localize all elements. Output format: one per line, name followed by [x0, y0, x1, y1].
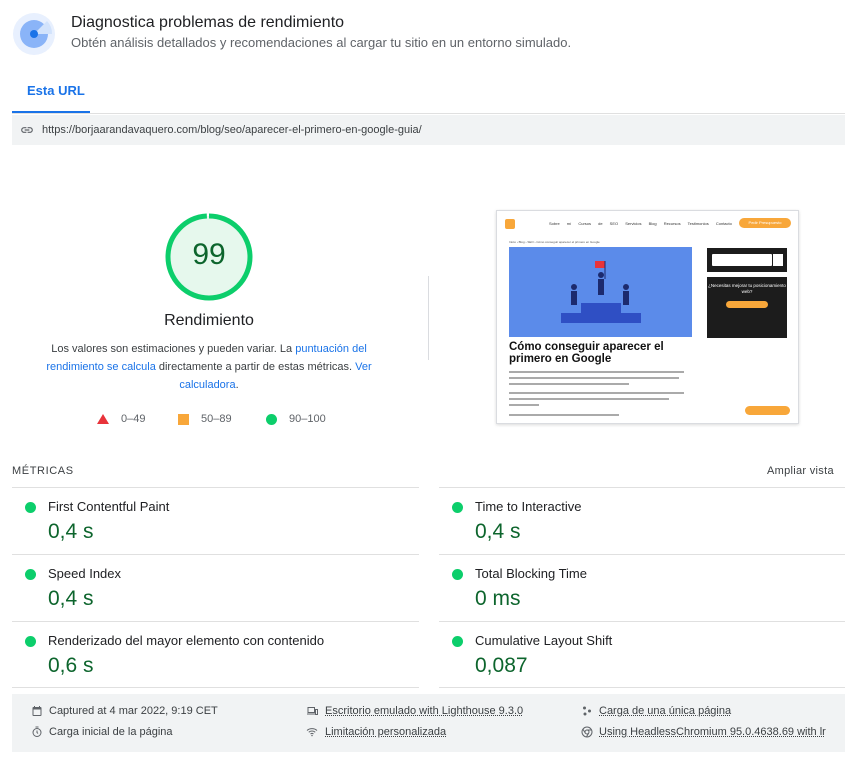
metric-fcp: First Contentful Paint 0,4 s [12, 488, 419, 554]
pass-circle-icon [452, 569, 463, 580]
legend-pass: 90–100 [266, 411, 326, 427]
pass-circle-icon [452, 502, 463, 513]
chrome-icon [581, 726, 593, 738]
disclaimer-text-start: Los valores son estimaciones y pueden va… [51, 343, 296, 355]
legend-fail: 0–49 [97, 411, 145, 427]
disclaimer-text-mid: directamente a partir de estas métricas. [155, 361, 356, 373]
throttling[interactable]: Limitación personalizada [305, 726, 446, 738]
site-text-line [509, 404, 539, 406]
metric-name: First Contentful Paint [48, 499, 170, 514]
site-hero-image [509, 247, 692, 337]
metric-name: Speed Index [48, 566, 122, 581]
disclaimer-text-end: . [235, 379, 239, 391]
site-logo [505, 219, 515, 229]
page-title: Diagnostica problemas de rendimiento [71, 14, 345, 31]
metric-value: 0 ms [475, 587, 521, 610]
metric-value: 0,4 s [48, 587, 94, 610]
legend-fail-range: 0–49 [121, 413, 146, 425]
metric-name: Renderizado del mayor elemento con conte… [48, 633, 325, 648]
legend-average: 50–89 [178, 411, 232, 427]
lighthouse-lab-icon [13, 13, 55, 55]
metric-value: 0,4 s [475, 520, 521, 543]
performance-score-label: Rendimiento [164, 312, 254, 329]
metric-name: Cumulative Layout Shift [475, 633, 613, 648]
average-square-icon [178, 413, 189, 425]
pass-circle-icon [25, 636, 36, 647]
final-screenshot-thumbnail[interactable]: Sobre mí Cursos de SEO Servicios Blog Re… [496, 210, 799, 424]
site-menu: Sobre mí Cursos de SEO Servicios Blog Re… [549, 221, 732, 226]
timer-icon [32, 726, 42, 737]
emulated-device[interactable]: Escritorio emulado with Lighthouse 9.3.0 [305, 705, 523, 717]
site-article-heading: Cómo conseguir aparecer el primero en Go… [509, 341, 664, 365]
site-text-line [509, 383, 629, 385]
nodes-icon [583, 706, 591, 716]
metric-value: 0,4 s [48, 520, 94, 543]
metric-name: Total Blocking Time [475, 566, 587, 581]
initial-load: Carga inicial de la página [31, 726, 173, 738]
legend-pass-range: 90–100 [289, 413, 326, 425]
site-promo-text: ¿Necesitas mejorar tu posicionamiento we… [708, 283, 786, 294]
browser-version-text[interactable]: Using HeadlessChromium 95.0.4638.69 with… [599, 726, 826, 738]
score-disclaimer: Los valores son estimaciones y pueden va… [45, 340, 373, 394]
desktop-icon [307, 707, 318, 715]
metric-value: 0,087 [475, 654, 528, 677]
wifi-icon [306, 728, 318, 737]
throttling-text[interactable]: Limitación personalizada [325, 726, 446, 738]
page-subtitle: Obtén análisis detallados y recomendacio… [71, 35, 572, 50]
site-floating-button [745, 406, 790, 415]
metrics-heading: MÉTRICAS [12, 465, 74, 477]
pass-circle-icon [452, 636, 463, 647]
performance-score-value: 99 [192, 238, 226, 271]
browser-version[interactable]: Using HeadlessChromium 95.0.4638.69 with… [581, 726, 826, 738]
tab-esta-url[interactable]: Esta URL [12, 73, 100, 113]
metric-name: Time to Interactive [475, 499, 582, 514]
runtime-settings: Captured at 4 mar 2022, 9:19 CET Carga i… [12, 694, 845, 752]
site-text-line [509, 377, 679, 379]
expand-view-toggle[interactable]: Ampliar vista [767, 465, 834, 477]
fail-triangle-icon [97, 414, 109, 424]
metric-tti: Time to Interactive 0,4 s [439, 488, 845, 554]
site-cta-button: Pedir Presupuesto [739, 218, 791, 228]
site-text-line [509, 414, 619, 416]
captured-at-text: Captured at 4 mar 2022, 9:19 CET [49, 705, 218, 717]
metric-cls: Cumulative Layout Shift 0,087 [439, 622, 845, 688]
site-search-box [707, 248, 787, 272]
pass-circle-icon [25, 502, 36, 513]
metric-value: 0,6 s [48, 654, 94, 677]
metric-lcp: Renderizado del mayor elemento con conte… [12, 622, 419, 688]
captured-at: Captured at 4 mar 2022, 9:19 CET [31, 705, 218, 717]
analyzed-url[interactable]: https://borjaarandavaquero.com/blog/seo/… [42, 124, 422, 136]
site-text-line [509, 371, 684, 373]
url-bar: https://borjaarandavaquero.com/blog/seo/… [12, 115, 845, 145]
site-text-line [509, 398, 669, 400]
single-page-load[interactable]: Carga de una única página [581, 705, 731, 717]
pass-circle-icon [266, 413, 277, 425]
tab-divider [12, 113, 845, 114]
metrics-divider [439, 687, 845, 688]
metrics-divider [12, 687, 419, 688]
calendar-icon [32, 706, 42, 716]
metric-speed-index: Speed Index 0,4 s [12, 555, 419, 621]
link-icon [21, 127, 33, 133]
emulated-device-text[interactable]: Escritorio emulado with Lighthouse 9.3.0 [325, 705, 523, 717]
legend-average-range: 50–89 [201, 413, 232, 425]
pass-circle-icon [25, 569, 36, 580]
site-promo-box: ¿Necesitas mejorar tu posicionamiento we… [707, 277, 787, 338]
site-text-line [509, 392, 684, 394]
initial-load-text: Carga inicial de la página [49, 726, 173, 738]
site-breadcrumb: Inicio › Blog › SEO › Cómo conseguir apa… [509, 240, 600, 244]
vertical-divider [428, 276, 429, 360]
single-page-load-text[interactable]: Carga de una única página [599, 705, 731, 717]
metric-tbt: Total Blocking Time 0 ms [439, 555, 845, 621]
